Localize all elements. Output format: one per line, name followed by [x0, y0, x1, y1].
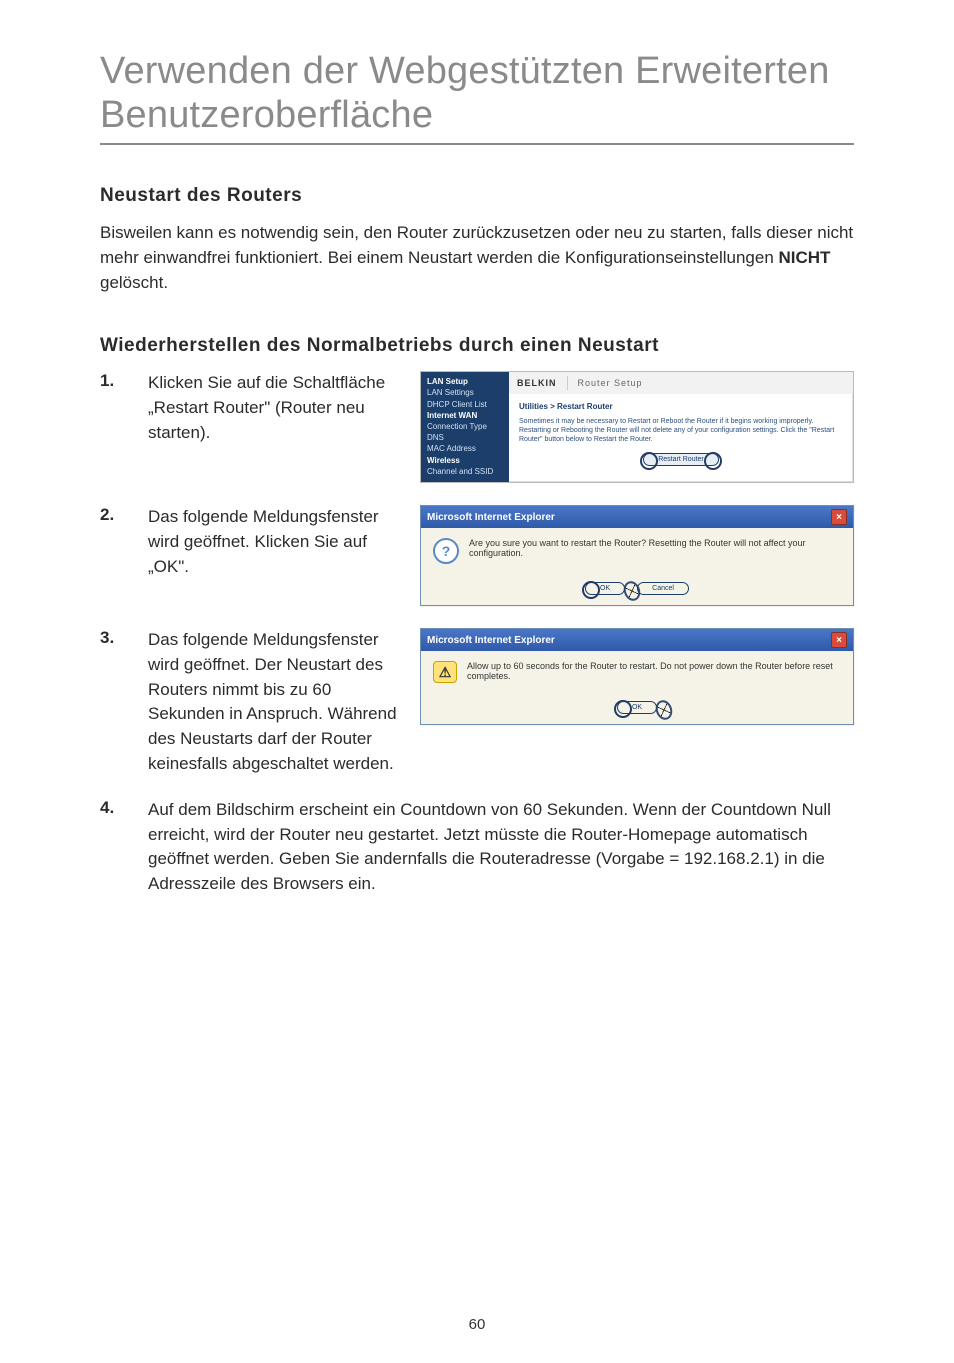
screenshot-dialog-confirm: Microsoft Internet Explorer × ? Are you …: [420, 505, 854, 606]
close-icon[interactable]: ×: [831, 509, 847, 525]
step-number: 2.: [100, 505, 126, 525]
step-number: 1.: [100, 371, 126, 391]
side-internet-wan: Internet WAN: [427, 410, 503, 421]
section-heading-restart: Neustart des Routers: [100, 185, 854, 207]
restart-router-button[interactable]: Restart Router: [643, 453, 719, 466]
ok-button[interactable]: OK: [585, 582, 625, 595]
side-lan-settings: LAN Settings: [427, 388, 474, 397]
screenshot-router-setup: LAN Setup LAN Settings DHCP Client List …: [420, 371, 854, 483]
question-icon: ?: [433, 538, 459, 564]
warning-icon: ⚠: [433, 661, 457, 683]
cancel-button[interactable]: Cancel: [637, 582, 689, 595]
brand-logo: BELKIN: [517, 378, 557, 388]
document-page: Verwenden der Webgestützten Erweiterten …: [0, 0, 954, 1363]
step-text: Das folgende Meldungsfenster wird geöffn…: [148, 505, 398, 579]
restart-description: Sometimes it may be necessary to Restart…: [519, 417, 843, 444]
side-dns: DNS: [427, 433, 444, 442]
page-number: 60: [0, 1316, 954, 1333]
dialog-message: Allow up to 60 seconds for the Router to…: [467, 661, 841, 681]
dialog-message: Are you sure you want to restart the Rou…: [469, 538, 841, 558]
title-rule: [100, 143, 854, 145]
step-text: Das folgende Meldungsfenster wird geöffn…: [148, 628, 398, 776]
step-number: 3.: [100, 628, 126, 648]
dialog-title: Microsoft Internet Explorer: [427, 512, 555, 523]
step-text: Auf dem Bildschirm erscheint ein Countdo…: [148, 798, 854, 897]
step-number: 4.: [100, 798, 126, 818]
side-conn-type: Connection Type: [427, 422, 487, 431]
step-row-3: 3. Das folgende Meldungsfenster wird geö…: [100, 628, 854, 776]
side-channel: Channel and SSID: [427, 467, 493, 476]
dialog-title: Microsoft Internet Explorer: [427, 635, 555, 646]
para-text-after: gelöscht.: [100, 273, 168, 292]
section-paragraph: Bisweilen kann es notwendig sein, den Ro…: [100, 221, 854, 295]
section-heading-restore: Wiederherstellen des Normalbetriebs durc…: [100, 335, 854, 357]
screenshot-dialog-warning: Microsoft Internet Explorer × ⚠ Allow up…: [420, 628, 854, 725]
close-icon[interactable]: ×: [831, 632, 847, 648]
para-text-before: Bisweilen kann es notwendig sein, den Ro…: [100, 223, 853, 267]
step-text: Klicken Sie auf die Schaltfläche „Restar…: [148, 371, 398, 445]
router-setup-label: Router Setup: [578, 378, 643, 388]
step-row-4: 4. Auf dem Bildschirm erscheint ein Coun…: [100, 798, 854, 897]
step-row-2: 2. Das folgende Meldungsfenster wird geö…: [100, 505, 854, 606]
para-nicht: NICHT: [779, 248, 831, 267]
step-row-1: 1. Klicken Sie auf die Schaltfläche „Res…: [100, 371, 854, 483]
side-wireless: Wireless: [427, 455, 503, 466]
side-mac: MAC Address: [427, 444, 476, 453]
divider-icon: [567, 376, 568, 390]
side-dhcp: DHCP Client List: [427, 400, 487, 409]
breadcrumb: Utilities > Restart Router: [519, 402, 843, 411]
side-lan-setup: LAN Setup: [427, 376, 503, 387]
page-title: Verwenden der Webgestützten Erweiterten …: [100, 50, 854, 137]
ok-button[interactable]: OK: [617, 701, 657, 714]
